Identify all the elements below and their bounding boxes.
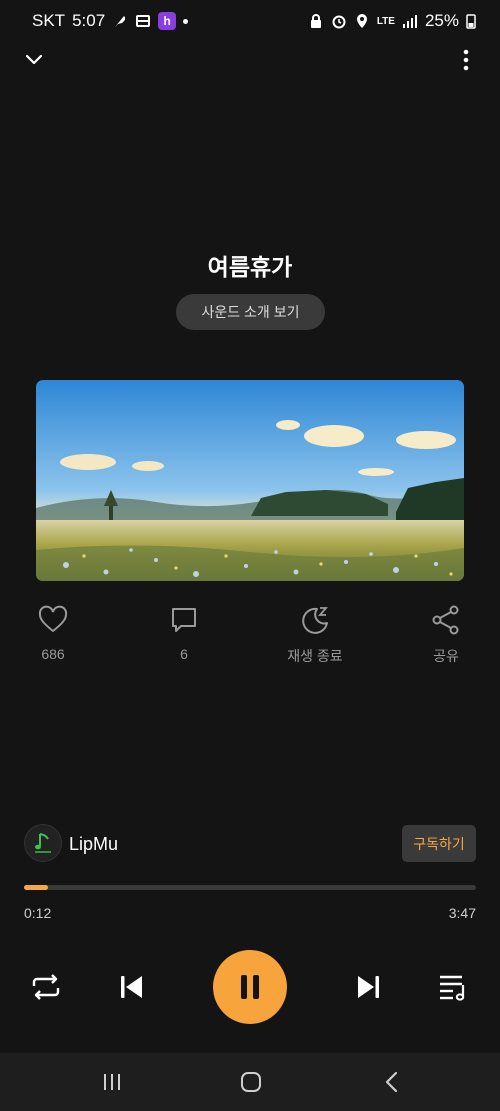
sleep-timer-label: 재생 종료 (287, 648, 343, 664)
battery-label: 25% (424, 11, 459, 30)
track-title: 여름휴가 (207, 254, 293, 280)
chevron-down-icon (25, 54, 43, 65)
channel-avatar[interactable] (24, 824, 62, 862)
recents-icon (104, 1074, 120, 1090)
skip-next-icon (358, 976, 379, 998)
meadow-landscape-image (36, 380, 464, 581)
network-label: LTE (376, 15, 395, 27)
list-app-icon (136, 15, 151, 27)
like-button[interactable]: 686 (3, 604, 103, 662)
system-nav-bar (0, 1053, 500, 1111)
previous-button[interactable] (113, 970, 149, 1004)
subscribe-button[interactable]: 구독하기 (402, 825, 476, 862)
action-row: 686 6 재생 종료 공유 (0, 604, 500, 664)
playlist-button[interactable] (434, 970, 472, 1004)
status-left: SKT 5:07 h (32, 11, 189, 31)
repeat-button[interactable] (26, 970, 66, 1004)
sleep-timer-button[interactable]: 재생 종료 (265, 604, 365, 666)
more-vertical-icon (463, 49, 469, 71)
track-artwork (36, 380, 464, 581)
current-time: 0:12 (24, 905, 52, 921)
channel-name[interactable]: LipMu (69, 834, 118, 855)
sound-intro-button[interactable]: 사운드 소개 보기 (176, 294, 325, 330)
home-button[interactable] (221, 1053, 281, 1111)
feather-icon (115, 16, 126, 27)
lock-icon (310, 14, 321, 28)
carrier-label: SKT (32, 11, 66, 30)
heart-icon (38, 605, 68, 633)
comment-button[interactable]: 6 (134, 604, 234, 662)
more-notifications-dot (183, 18, 189, 24)
status-right: LTE 25% (308, 11, 476, 31)
location-icon (356, 14, 367, 28)
battery-icon (466, 14, 476, 29)
clock-label: 5:07 (72, 11, 106, 30)
alarm-icon (332, 15, 346, 29)
back-button[interactable] (362, 1053, 422, 1111)
share-button[interactable]: 공유 (396, 604, 496, 666)
back-icon (385, 1071, 398, 1093)
repeat-icon (32, 974, 60, 1000)
music-note-logo-icon (35, 833, 51, 853)
skip-previous-icon (121, 976, 142, 998)
pause-button[interactable] (213, 950, 287, 1024)
like-count: 686 (41, 646, 65, 662)
app-notification-icon: h (158, 12, 177, 30)
share-icon (432, 605, 459, 635)
status-bar: SKT 5:07 h LTE 25% (0, 0, 500, 42)
comment-count: 6 (180, 646, 188, 662)
sleep-timer-icon (302, 607, 328, 634)
home-icon (241, 1072, 261, 1092)
seek-bar[interactable] (24, 885, 476, 890)
comment-icon (172, 608, 196, 632)
pause-icon (241, 975, 259, 999)
signal-icon (402, 15, 417, 28)
seek-bar-progress (24, 885, 48, 890)
channel-row: LipMu 구독하기 (24, 824, 476, 864)
playlist-icon (440, 975, 465, 1001)
total-time: 3:47 (448, 905, 476, 921)
share-label: 공유 (433, 648, 459, 664)
playback-controls (0, 950, 500, 1024)
collapse-button[interactable] (20, 46, 48, 74)
recents-button[interactable] (82, 1053, 142, 1111)
next-button[interactable] (351, 970, 387, 1004)
more-options-button[interactable] (452, 46, 480, 74)
